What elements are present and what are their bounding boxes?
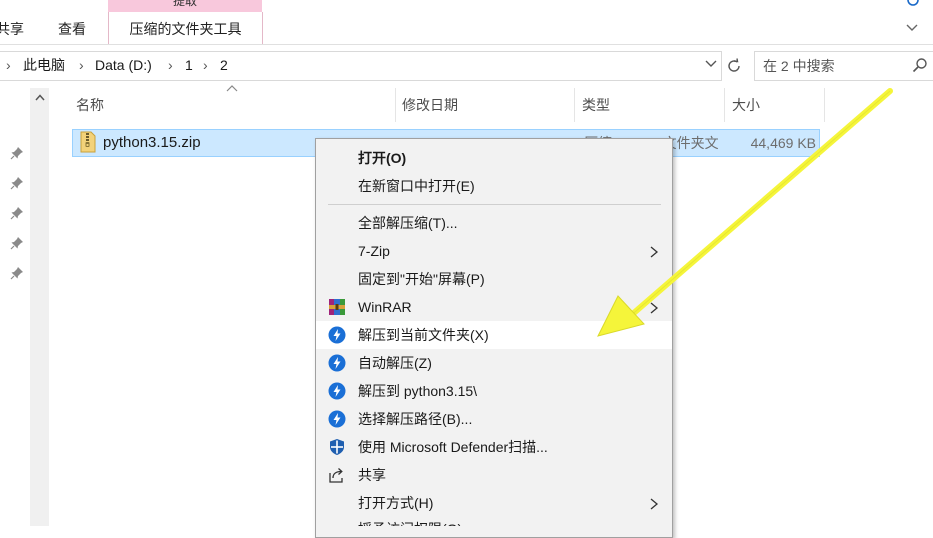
- tab-view[interactable]: 查看: [58, 16, 86, 42]
- pin-icon[interactable]: [10, 146, 26, 162]
- breadcrumb-separator-icon[interactable]: ›: [168, 51, 173, 79]
- menu-item-label: 选择解压路径(B)...: [358, 411, 473, 427]
- bandizip-icon: [328, 354, 346, 372]
- pin-icon[interactable]: [10, 266, 26, 282]
- breadcrumb-separator-icon[interactable]: ›: [6, 51, 11, 79]
- column-header-size[interactable]: 大小: [732, 88, 822, 122]
- search-icon[interactable]: [912, 57, 928, 73]
- file-size: 44,469 KB: [750, 135, 816, 151]
- column-header-type[interactable]: 类型: [582, 88, 722, 122]
- menu-item-open[interactable]: 打开(O): [316, 144, 672, 172]
- menu-item-label: 自动解压(Z): [358, 355, 432, 371]
- winrar-icon: [328, 298, 346, 316]
- zip-folder-icon: [79, 131, 97, 153]
- bandizip-icon: [328, 326, 346, 344]
- menu-item-label: 解压到 python3.15\: [358, 383, 478, 399]
- bandizip-icon: [328, 382, 346, 400]
- ribbon-expand-chevron-icon[interactable]: [902, 18, 922, 38]
- breadcrumb-folder-1[interactable]: 1: [185, 51, 193, 79]
- menu-item-label: 固定到"开始"屏幕(P): [358, 271, 485, 287]
- menu-item-winrar[interactable]: WinRAR: [316, 293, 672, 321]
- submenu-arrow-icon: [648, 245, 660, 258]
- pin-icon[interactable]: [10, 206, 26, 222]
- bandizip-icon: [328, 410, 346, 428]
- search-box[interactable]: [754, 51, 933, 81]
- tab-share[interactable]: 共享: [0, 16, 28, 42]
- refresh-icon[interactable]: [722, 51, 746, 81]
- defender-shield-icon: [328, 438, 346, 456]
- column-divider[interactable]: [824, 88, 825, 122]
- column-divider[interactable]: [574, 88, 575, 122]
- submenu-arrow-icon: [648, 497, 660, 510]
- file-name[interactable]: python3.15.zip: [103, 129, 201, 157]
- breadcrumb-folder-2[interactable]: 2: [220, 51, 228, 79]
- menu-separator: [328, 204, 661, 205]
- menu-item-label: 使用 Microsoft Defender扫描...: [358, 439, 548, 455]
- tab-compressed-folder-tools[interactable]: 压缩的文件夹工具: [108, 12, 263, 44]
- column-header-modified[interactable]: 修改日期: [402, 88, 572, 122]
- breadcrumb-data-drive[interactable]: Data (D:): [95, 51, 152, 79]
- help-icon[interactable]: [906, 0, 926, 10]
- menu-item-extract-to-folder[interactable]: 解压到 python3.15\: [316, 377, 672, 405]
- menu-item-extract-all[interactable]: 全部解压缩(T)...: [316, 209, 672, 237]
- menu-item-defender-scan[interactable]: 使用 Microsoft Defender扫描...: [316, 433, 672, 461]
- pin-icon[interactable]: [10, 176, 26, 192]
- menu-item-auto-extract[interactable]: 自动解压(Z): [316, 349, 672, 377]
- menu-item-give-access[interactable]: 授予访问权限(G): [316, 515, 672, 526]
- menu-item-share[interactable]: 共享: [316, 461, 672, 489]
- menu-item-label: 打开方式(H): [358, 495, 434, 511]
- menu-item-open-new-window[interactable]: 在新窗口中打开(E): [316, 172, 672, 200]
- menu-item-open-with[interactable]: 打开方式(H): [316, 489, 672, 517]
- breadcrumb-this-pc[interactable]: 此电脑: [23, 51, 65, 79]
- menu-item-label: 授予访问权限(G): [358, 515, 462, 526]
- navigation-scrollbar[interactable]: [30, 88, 49, 526]
- column-header-name[interactable]: 名称: [76, 88, 394, 122]
- menu-item-label: 7-Zip: [358, 243, 390, 259]
- menu-item-label: 在新窗口中打开(E): [358, 178, 475, 194]
- column-divider[interactable]: [395, 88, 396, 122]
- submenu-arrow-icon: [648, 301, 660, 314]
- breadcrumb-separator-icon[interactable]: ›: [203, 51, 208, 79]
- column-divider[interactable]: [724, 88, 725, 122]
- menu-item-label: 共享: [358, 467, 386, 483]
- menu-item-extract-here[interactable]: 解压到当前文件夹(X): [316, 321, 672, 349]
- menu-item-label: WinRAR: [358, 299, 412, 315]
- share-icon: [328, 466, 346, 484]
- breadcrumb-separator-icon[interactable]: ›: [79, 51, 84, 79]
- menu-item-label: 全部解压缩(T)...: [358, 215, 458, 231]
- search-input[interactable]: [763, 52, 903, 80]
- menu-item-choose-extract-path[interactable]: 选择解压路径(B)...: [316, 405, 672, 433]
- menu-item-pin-to-start[interactable]: 固定到"开始"屏幕(P): [316, 265, 672, 293]
- address-history-dropdown-icon[interactable]: [702, 55, 720, 75]
- menu-item-label: 打开(O): [358, 150, 407, 166]
- menu-item-7zip[interactable]: 7-Zip: [316, 237, 672, 265]
- scroll-up-icon[interactable]: [30, 90, 49, 108]
- pin-icon[interactable]: [10, 236, 26, 252]
- menu-item-label: 解压到当前文件夹(X): [358, 327, 489, 343]
